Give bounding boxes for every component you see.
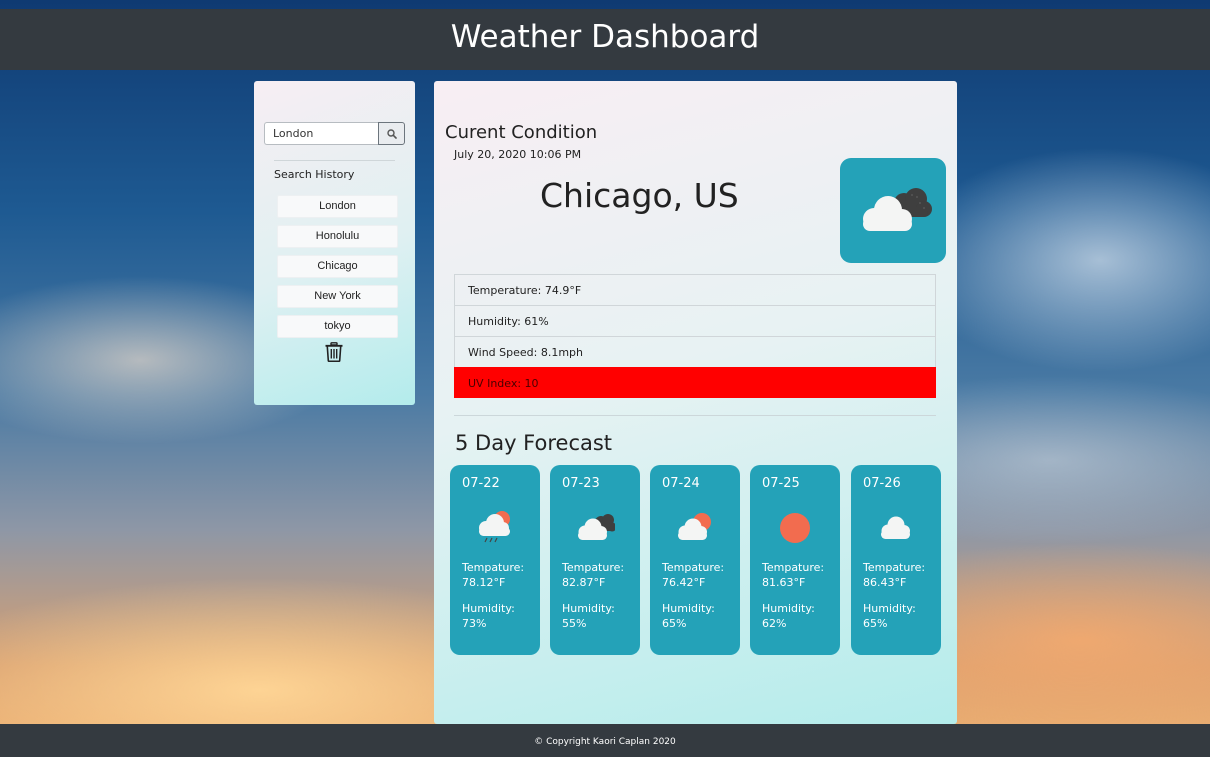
cloudy-icon: [578, 514, 615, 540]
cloudy-icon: [863, 188, 932, 231]
forecast-card: 07-23 Tempature: 82.87°F Humidity: 55%: [550, 465, 640, 655]
forecast-humidity: 73%: [462, 617, 487, 630]
forecast-temp: 86.43°F: [863, 576, 907, 589]
forecast-card: 07-25 Tempature: 81.63°F Humidity: 62%: [750, 465, 840, 655]
current-weather-box: [840, 158, 946, 263]
page-title: Weather Dashboard: [450, 19, 760, 55]
trash-icon[interactable]: [325, 342, 343, 362]
search-button[interactable]: [378, 122, 405, 145]
forecast-date: 07-25: [762, 476, 800, 491]
search-input[interactable]: [264, 122, 378, 145]
history-item-london[interactable]: London: [277, 195, 398, 218]
page-header: Weather Dashboard: [0, 9, 1210, 70]
forecast-temp-label: Tempature:: [462, 561, 525, 574]
uv-index-stat: UV Index: 10: [454, 367, 936, 398]
city-name: Chicago, US: [540, 176, 739, 215]
search-bar: [264, 122, 405, 145]
history-item-tokyo[interactable]: tokyo: [277, 315, 398, 338]
forecast-card: 07-22 Tempature: 78.12°F Humidity: 73%: [450, 465, 540, 655]
temperature-stat: Temperature: 74.9°F: [454, 274, 936, 305]
forecast-date: 07-26: [863, 476, 901, 491]
sidebar: Search History London Honolulu Chicago N…: [254, 81, 415, 405]
humidity-stat: Humidity: 61%: [454, 305, 936, 336]
forecast-date: 07-22: [462, 476, 500, 491]
cloud-icon: [881, 516, 910, 539]
forecast-title: 5 Day Forecast: [455, 431, 613, 455]
forecast-humidity-label: Humidity:: [863, 602, 916, 615]
rain-sun-icon: [479, 511, 510, 543]
forecast-card: 07-24 Tempature: 76.42°F Humidity: 65%: [650, 465, 740, 655]
forecast-date: 07-23: [562, 476, 600, 491]
sidebar-divider: [274, 160, 395, 161]
forecast-card: 07-26 Tempature: 86.43°F Humidity: 65%: [851, 465, 941, 655]
search-history-title: Search History: [274, 168, 355, 181]
history-item-chicago[interactable]: Chicago: [277, 255, 398, 278]
history-item-honolulu[interactable]: Honolulu: [277, 225, 398, 248]
forecast-humidity-label: Humidity:: [662, 602, 715, 615]
current-stats: Temperature: 74.9°F Humidity: 61% Wind S…: [454, 274, 936, 398]
forecast-temp: 76.42°F: [662, 576, 706, 589]
forecast-date: 07-24: [662, 476, 700, 491]
search-icon: [386, 128, 397, 139]
forecast-temp: 78.12°F: [462, 576, 506, 589]
sun-icon: [780, 513, 810, 543]
wind-speed-stat: Wind Speed: 8.1mph: [454, 336, 936, 367]
forecast-humidity-label: Humidity:: [562, 602, 615, 615]
forecast-cards: 07-22 Tempature: 78.12°F Humidity: 73% 0…: [450, 465, 941, 655]
forecast-temp: 82.87°F: [562, 576, 606, 589]
forecast-humidity: 65%: [863, 617, 888, 630]
forecast-humidity: 62%: [762, 617, 787, 630]
search-history-list: London Honolulu Chicago New York tokyo: [277, 195, 398, 345]
forecast-temp: 81.63°F: [762, 576, 806, 589]
partly-cloudy-icon: [678, 513, 711, 540]
current-date: July 20, 2020 10:06 PM: [454, 148, 582, 161]
forecast-humidity-label: Humidity:: [762, 602, 815, 615]
forecast-humidity: 65%: [662, 617, 687, 630]
forecast-temp-label: Tempature:: [762, 561, 825, 574]
forecast-temp-label: Tempature:: [863, 561, 926, 574]
forecast-humidity: 55%: [562, 617, 587, 630]
page-footer: © Copyright Kaori Caplan 2020: [0, 724, 1210, 757]
history-item-new-york[interactable]: New York: [277, 285, 398, 308]
forecast-humidity-label: Humidity:: [462, 602, 515, 615]
forecast-temp-label: Tempature:: [562, 561, 625, 574]
main-divider: [454, 415, 936, 416]
current-condition-title: Curent Condition: [445, 122, 598, 143]
forecast-temp-label: Tempature:: [662, 561, 725, 574]
main-panel: Curent Condition July 20, 2020 10:06 PM …: [434, 81, 957, 724]
copyright-text: © Copyright Kaori Caplan 2020: [534, 737, 676, 747]
